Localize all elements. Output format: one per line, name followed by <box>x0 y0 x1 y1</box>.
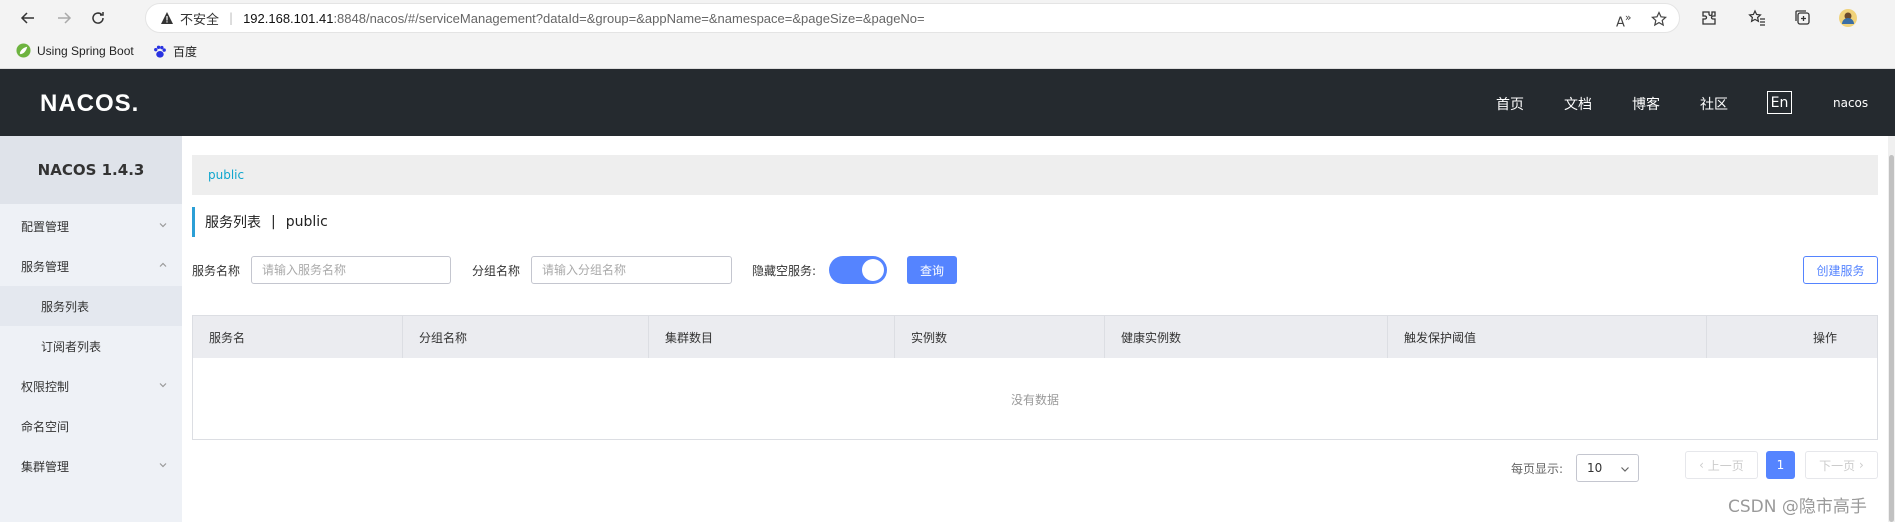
table-empty-state: 没有数据 <box>1010 392 1059 407</box>
column-header-protect-threshold: 触发保护阈值 <box>1388 316 1707 358</box>
profile-avatar-icon[interactable] <box>1838 8 1858 28</box>
chevron-right-icon: › <box>1855 458 1864 472</box>
warning-icon <box>161 12 173 24</box>
column-header-healthy-instance-count: 健康实例数 <box>1105 316 1388 358</box>
browser-toolbar: 不安全 | 192.168.101.41:8848/nacos/#/servic… <box>0 0 1895 35</box>
page-title-namespace: public <box>285 214 328 230</box>
baidu-paw-icon <box>154 45 166 58</box>
toggle-knob <box>862 259 884 281</box>
bookmark-label: 百度 <box>173 45 198 59</box>
chevron-down-icon <box>159 223 167 228</box>
column-header-cluster-count: 集群数目 <box>649 316 895 358</box>
service-name-input[interactable] <box>251 256 451 284</box>
nav-community[interactable]: 社区 <box>1700 94 1728 114</box>
bookmarks-bar: Using Spring Boot 百度 <box>0 35 1895 69</box>
forward-button[interactable] <box>52 6 76 30</box>
chevron-left-icon: ‹ <box>1699 458 1708 472</box>
extensions-icon[interactable] <box>1699 8 1719 28</box>
nav-blog[interactable]: 博客 <box>1632 94 1660 114</box>
page-size-value: 10 <box>1587 461 1603 475</box>
address-bar[interactable]: 不安全 | 192.168.101.41:8848/nacos/#/servic… <box>145 3 1680 33</box>
prev-page-label: 上一页 <box>1707 458 1744 473</box>
sidebar-item-service-management[interactable]: 服务管理 <box>0 246 182 286</box>
language-toggle[interactable]: En <box>1767 91 1792 114</box>
spring-leaf-icon <box>16 43 31 58</box>
insecure-label: 不安全 <box>180 12 220 28</box>
chevron-down-icon <box>1621 467 1629 472</box>
namespace-link-public[interactable]: public <box>208 168 244 182</box>
create-service-button[interactable]: 创建服务 <box>1803 256 1878 284</box>
page-size-label: 每页显示: <box>1511 462 1564 476</box>
service-name-label: 服务名称 <box>192 264 241 278</box>
nav-docs[interactable]: 文档 <box>1564 94 1592 114</box>
user-menu[interactable]: nacos <box>1833 96 1868 110</box>
sidebar-item-config-management[interactable]: 配置管理 <box>0 206 182 246</box>
arrow-left-icon <box>20 12 34 24</box>
page-scrollbar-thumb[interactable] <box>1889 155 1894 522</box>
bookmark-label: Using Spring Boot <box>37 43 134 58</box>
chevron-down-icon <box>159 383 167 388</box>
page-size-select[interactable]: 10 <box>1576 454 1639 482</box>
url-host: 192.168.101.41 <box>243 10 334 26</box>
nav-home[interactable]: 首页 <box>1496 94 1524 114</box>
hide-empty-toggle[interactable] <box>829 256 887 284</box>
app-header: NACOS. 首页 文档 博客 社区 En nacos <box>0 69 1895 136</box>
sidebar-item-label: 服务列表 <box>41 299 90 314</box>
favorite-add-icon[interactable] <box>1651 11 1667 27</box>
bookmark-spring-boot[interactable]: Using Spring Boot <box>16 43 134 58</box>
read-aloud-icon[interactable]: A» <box>1616 11 1632 30</box>
column-header-instance-count: 实例数 <box>895 316 1105 358</box>
next-page-label: 下一页 <box>1819 458 1856 473</box>
sidebar-item-namespace[interactable]: 命名空间 <box>0 406 182 446</box>
reload-button[interactable] <box>86 6 110 30</box>
prev-page-button[interactable]: ‹ 上一页 <box>1685 451 1758 479</box>
url-separator: | <box>229 11 234 25</box>
chevron-down-icon <box>159 463 167 468</box>
sidebar-item-access-control[interactable]: 权限控制 <box>0 366 182 406</box>
sidebar-item-cluster-management[interactable]: 集群管理 <box>0 446 182 486</box>
bookmark-baidu[interactable]: 百度 <box>152 43 197 60</box>
sidebar-item-label: 服务管理 <box>21 259 70 274</box>
column-header-group-name: 分组名称 <box>403 316 649 358</box>
nacos-logo[interactable]: NACOS. <box>40 90 139 118</box>
sidebar-item-label: 命名空间 <box>21 419 70 434</box>
sidebar: NACOS 1.4.3 配置管理 服务管理 服务列表 订阅者列表 权限控制 命名… <box>0 136 182 522</box>
page-number-current[interactable]: 1 <box>1766 451 1795 479</box>
reload-icon <box>92 12 104 24</box>
group-name-input[interactable] <box>531 256 732 284</box>
sidebar-item-label: 权限控制 <box>21 379 70 394</box>
next-page-button[interactable]: 下一页 › <box>1805 451 1878 479</box>
back-button[interactable] <box>16 6 40 30</box>
table-header: 服务名 分组名称 集群数目 实例数 健康实例数 触发保护阈值 操作 <box>193 316 1877 358</box>
sidebar-item-service-list[interactable]: 服务列表 <box>0 286 182 326</box>
hide-empty-label: 隐藏空服务: <box>752 264 817 278</box>
url-text[interactable]: 192.168.101.41:8848/nacos/#/serviceManag… <box>243 11 925 26</box>
sidebar-item-subscriber-list[interactable]: 订阅者列表 <box>0 326 182 366</box>
page-title: 服务列表 | public <box>192 207 328 237</box>
service-table: 服务名 分组名称 集群数目 实例数 健康实例数 触发保护阈值 操作 没有数据 <box>192 315 1878 440</box>
page-title-text: 服务列表 <box>205 215 261 231</box>
column-header-actions: 操作 <box>1812 330 1837 345</box>
sidebar-item-label: 集群管理 <box>21 459 70 474</box>
favorites-icon[interactable] <box>1747 8 1767 28</box>
namespace-breadcrumb: public <box>192 155 1878 195</box>
chevron-up-icon <box>159 262 167 267</box>
csdn-watermark: CSDN @隐市高手 <box>1728 497 1867 517</box>
arrow-right-icon <box>58 12 72 24</box>
query-button[interactable]: 查询 <box>907 256 957 284</box>
column-header-service-name: 服务名 <box>193 316 403 358</box>
page-title-separator: | <box>271 214 276 230</box>
sidebar-item-label: 订阅者列表 <box>41 339 102 354</box>
url-path: :8848/nacos/#/serviceManagement?dataId=&… <box>333 10 925 26</box>
sidebar-item-label: 配置管理 <box>21 219 70 234</box>
sidebar-title: NACOS 1.4.3 <box>0 136 182 204</box>
collections-icon[interactable] <box>1793 8 1813 28</box>
group-name-label: 分组名称 <box>472 264 521 278</box>
